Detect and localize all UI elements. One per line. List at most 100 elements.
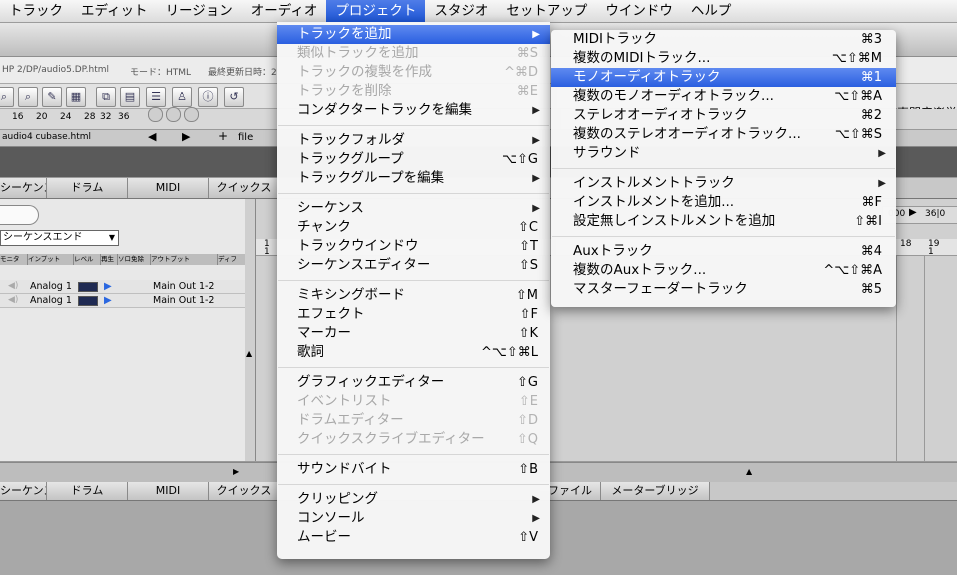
menu-item[interactable]: チャンク ⇧C bbox=[277, 218, 550, 237]
menu-separator bbox=[278, 367, 549, 368]
tab-quickscribe[interactable]: クイックス bbox=[209, 482, 280, 500]
menu-track[interactable]: トラック bbox=[0, 0, 72, 22]
menu-item[interactable]: コンダクタートラックを編集 ▶ bbox=[277, 101, 550, 120]
track-input: Analog 1 bbox=[30, 281, 72, 292]
forward-arrow-icon[interactable]: ▶ bbox=[182, 130, 190, 143]
menu-item[interactable]: サウンドバイト ⇧B bbox=[277, 460, 550, 479]
tab-drum[interactable]: ドラム bbox=[47, 178, 128, 198]
menu-item[interactable]: トラックウインドウ ⇧T bbox=[277, 237, 550, 256]
menu-setup[interactable]: セットアップ bbox=[497, 0, 596, 22]
table-row[interactable]: ◀) Analog 1 ▶ Main Out 1-2 bbox=[0, 280, 245, 294]
menu-region[interactable]: リージョン bbox=[157, 0, 242, 22]
file-tab[interactable]: file bbox=[238, 132, 253, 143]
menu-item-shortcut: ⇧E bbox=[518, 394, 538, 409]
menu-item[interactable]: ミキシングボード ⇧M bbox=[277, 286, 550, 305]
menu-project[interactable]: プロジェクト bbox=[326, 0, 426, 22]
menu-item[interactable]: Auxトラック ⌘4 bbox=[551, 242, 896, 261]
menu-item[interactable]: マスターフェーダートラック ⌘5 bbox=[551, 280, 896, 299]
ruler-tick: 16 bbox=[12, 112, 24, 122]
menu-item[interactable]: トラックグループを編集 ▶ bbox=[277, 169, 550, 188]
ruler-tick: 32 bbox=[100, 112, 112, 122]
scroll-right-icon[interactable]: ▶ bbox=[233, 467, 239, 476]
menu-item[interactable]: インストルメントを追加... ⌘F bbox=[551, 193, 896, 212]
play-icon[interactable]: ▶ bbox=[104, 294, 112, 307]
redo-icon[interactable]: ↺ bbox=[224, 87, 244, 107]
zoom-button[interactable] bbox=[184, 107, 199, 122]
table-icon[interactable]: ▤ bbox=[120, 87, 140, 107]
menu-item-shortcut: ⇧F bbox=[519, 307, 538, 322]
menu-item-label: 複数のモノオーディオトラック... bbox=[573, 88, 774, 104]
menu-item[interactable]: シーケンス ▶ bbox=[277, 199, 550, 218]
minimize-button[interactable] bbox=[166, 107, 181, 122]
doc-tab[interactable]: audio4 cubase.html bbox=[2, 132, 91, 142]
menu-item[interactable]: 歌詞 ^⌥⇧⌘L bbox=[277, 343, 550, 362]
menu-item[interactable]: 複数のAuxトラック... ^⌥⇧⌘A bbox=[551, 261, 896, 280]
play-icon[interactable]: ▶ bbox=[104, 280, 112, 293]
menu-item-label: トラックの複製を作成 bbox=[297, 64, 432, 80]
menu-item-label: サラウンド bbox=[573, 145, 641, 161]
tab-midi[interactable]: MIDI bbox=[128, 482, 209, 500]
menu-item-label: クイックスクライブエディター bbox=[297, 431, 485, 447]
editor-updated: 最終更新日時：2 bbox=[208, 68, 277, 78]
menu-item-shortcut: ^⌥⇧⌘A bbox=[823, 263, 882, 278]
menu-item[interactable]: マーカー ⇧K bbox=[277, 324, 550, 343]
stamp-icon[interactable]: ♙ bbox=[172, 87, 192, 107]
play-arrow-icon[interactable]: ▶ bbox=[909, 207, 917, 218]
back-arrow-icon[interactable]: ◀ bbox=[148, 130, 156, 143]
menu-item[interactable]: ムービー ⇧V bbox=[277, 528, 550, 547]
menu-item[interactable]: トラックグループ ⌥⇧G bbox=[277, 150, 550, 169]
menu-item[interactable]: 複数のMIDIトラック... ⌥⇧⌘M bbox=[551, 49, 896, 68]
submenu-arrow-icon: ▶ bbox=[532, 135, 540, 146]
menu-item[interactable]: コンソール ▶ bbox=[277, 509, 550, 528]
menu-item-label: ドラムエディター bbox=[297, 412, 404, 428]
tab-meter-bridge[interactable]: メーターブリッジ bbox=[601, 482, 710, 500]
menu-item-label: ミキシングボード bbox=[297, 287, 405, 303]
image-icon[interactable]: ▦ bbox=[66, 87, 86, 107]
chevron-up-icon[interactable]: ▲ bbox=[746, 467, 752, 476]
pencil-icon[interactable]: ✎ bbox=[42, 87, 62, 107]
menu-item[interactable]: サラウンド ▶ bbox=[551, 144, 896, 163]
add-tab-icon[interactable]: + bbox=[218, 129, 228, 143]
menu-help[interactable]: ヘルプ bbox=[682, 0, 741, 22]
menu-item-shortcut: ⌘5 bbox=[860, 282, 882, 297]
tab-sequence[interactable]: シーケンス bbox=[0, 178, 47, 198]
menu-item[interactable]: モノオーディオトラック ⌘1 bbox=[551, 68, 896, 87]
menu-item-label: モノオーディオトラック bbox=[573, 69, 721, 85]
menu-item[interactable]: ステレオオーディオトラック ⌘2 bbox=[551, 106, 896, 125]
menu-item[interactable]: グラフィックエディター ⇧G bbox=[277, 373, 550, 392]
ruler-tick: 28 bbox=[84, 112, 96, 122]
menu-item[interactable]: MIDIトラック ⌘3 bbox=[551, 30, 896, 49]
tab-sequence[interactable]: シーケンス bbox=[0, 482, 47, 500]
menu-item[interactable]: 複数のステレオオーディオトラック... ⌥⇧⌘S bbox=[551, 125, 896, 144]
info-icon[interactable]: ⓘ bbox=[198, 87, 218, 107]
menu-item[interactable]: インストルメントトラック ▶ bbox=[551, 174, 896, 193]
menu-item[interactable]: トラックを追加 ▶ bbox=[277, 25, 550, 44]
menu-item[interactable]: シーケンスエディター ⇧S bbox=[277, 256, 550, 275]
menu-item-label: マスターフェーダートラック bbox=[573, 281, 748, 297]
menu-edit[interactable]: エディット bbox=[72, 0, 157, 22]
tab-quickscribe[interactable]: クイックス bbox=[209, 178, 280, 198]
tab-midi[interactable]: MIDI bbox=[128, 178, 209, 198]
close-button[interactable] bbox=[148, 107, 163, 122]
menu-studio[interactable]: スタジオ bbox=[425, 0, 497, 22]
menu-item[interactable]: 設定無しインストルメントを追加 ⇧⌘I bbox=[551, 212, 896, 231]
table-row[interactable]: ◀) Analog 1 ▶ Main Out 1-2 bbox=[0, 294, 245, 308]
menu-item-shortcut: ⇧S bbox=[518, 258, 538, 273]
sequence-end-select[interactable]: シーケンスエンド ▼ bbox=[0, 230, 119, 246]
menu-item[interactable]: エフェクト ⇧F bbox=[277, 305, 550, 324]
menu-item[interactable]: クリッピング ▶ bbox=[277, 490, 550, 509]
menu-item[interactable]: トラックフォルダ ▶ bbox=[277, 131, 550, 150]
search-pill[interactable] bbox=[0, 205, 39, 225]
search-icon[interactable]: ⌕ bbox=[18, 87, 38, 107]
menu-audio[interactable]: オーディオ bbox=[242, 0, 327, 22]
track-panel-scrollbar[interactable]: ▲ bbox=[245, 199, 256, 461]
chevron-up-icon[interactable]: ▲ bbox=[246, 349, 252, 358]
menu-window[interactable]: ウインドウ bbox=[596, 0, 682, 22]
menu-item-label: 類似トラックを追加 bbox=[297, 45, 419, 61]
link-icon[interactable]: ⧉ bbox=[96, 87, 116, 107]
list-icon[interactable]: ☰ bbox=[146, 87, 166, 107]
tab-drum[interactable]: ドラム bbox=[47, 482, 128, 500]
menu-item[interactable]: 複数のモノオーディオトラック... ⌥⇧⌘A bbox=[551, 87, 896, 106]
zoom-icon[interactable]: ⌕ bbox=[0, 87, 14, 107]
menu-item-label: 複数のMIDIトラック... bbox=[573, 50, 711, 66]
